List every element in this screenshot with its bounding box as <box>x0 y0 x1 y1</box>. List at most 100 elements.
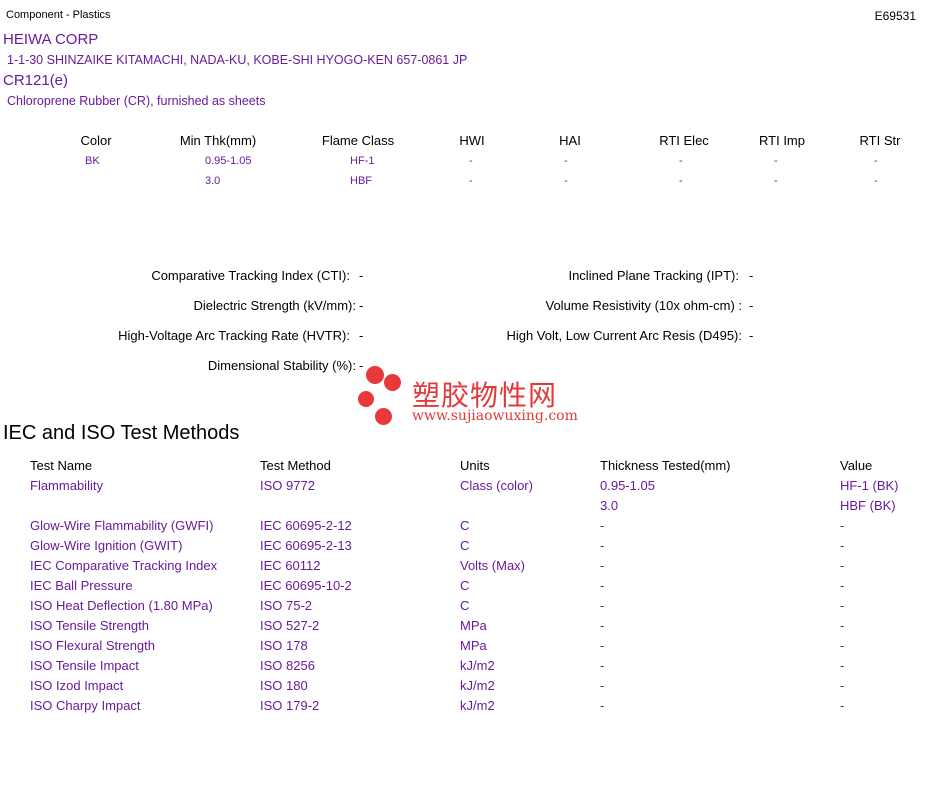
dielectric-label: Dielectric Strength (kV/mm): <box>193 298 356 313</box>
watermark-url: www.sujiaowuxing.com <box>412 408 578 424</box>
tm-cell-thickness: - <box>600 558 605 573</box>
tm-cell-thickness: - <box>600 638 605 653</box>
tm-header-units: Units <box>460 458 490 473</box>
tm-cell-value: - <box>840 698 845 713</box>
tm-header-test-name: Test Name <box>30 458 93 473</box>
tm-cell-value: - <box>840 558 845 573</box>
tm-cell-units: kJ/m2 <box>460 658 495 673</box>
tm-cell-value: - <box>840 598 845 613</box>
ratings-cell-hwi: - <box>469 175 473 187</box>
tm-cell-thickness: - <box>600 698 605 713</box>
tm-cell-thickness: - <box>600 538 605 553</box>
ratings-cell-color: BK <box>85 155 100 167</box>
dimensional-stability-label: Dimensional Stability (%): <box>207 358 356 373</box>
hvtr-label: High-Voltage Arc Tracking Rate (HVTR): <box>118 328 350 343</box>
tm-cell-test-method: IEC 60695-10-2 <box>260 578 352 593</box>
tm-cell-value: HF-1 (BK) <box>840 478 899 493</box>
tm-header-thickness: Thickness Tested(mm) <box>600 458 731 473</box>
dielectric-value: - <box>359 298 364 313</box>
tm-cell-units: Volts (Max) <box>460 558 526 573</box>
ratings-header-rti-elec: RTI Elec <box>659 133 709 148</box>
tm-cell-thickness: - <box>600 598 605 613</box>
ratings-cell-hai: - <box>564 155 568 167</box>
tm-cell-units: MPa <box>460 618 487 633</box>
ratings-cell-rti-str: - <box>874 175 878 187</box>
tm-cell-test-method: ISO 178 <box>260 638 308 653</box>
ratings-header-min-thk: Min Thk(mm) <box>179 133 257 148</box>
ipt-value: - <box>749 268 754 283</box>
tm-cell-thickness: - <box>600 678 605 693</box>
ratings-cell-min-thk: 0.95-1.05 <box>205 155 252 167</box>
ratings-cell-hai: - <box>564 175 568 187</box>
ratings-cell-rti-imp: - <box>774 155 778 167</box>
tm-cell-test-method: ISO 9772 <box>260 478 315 493</box>
company-address: 1-1-30 SHINZAIKE KITAMACHI, NADA-KU, KOB… <box>7 53 468 67</box>
d495-label: High Volt, Low Current Arc Resis (D495): <box>506 328 742 343</box>
tm-cell-thickness: 0.95-1.05 <box>600 478 655 493</box>
cti-value: - <box>359 268 364 283</box>
tm-cell-units: C <box>460 538 470 553</box>
tm-cell-units: kJ/m2 <box>460 678 495 693</box>
watermark-dot <box>366 366 384 384</box>
tm-cell-thickness: - <box>600 518 605 533</box>
cti-label: Comparative Tracking Index (CTI): <box>151 268 350 283</box>
document-category: Component - Plastics <box>6 9 111 21</box>
tm-cell-test-name: ISO Tensile Impact <box>30 658 139 673</box>
tm-cell-test-name: ISO Flexural Strength <box>30 638 155 653</box>
ratings-cell-rti-imp: - <box>774 175 778 187</box>
tm-cell-thickness: - <box>600 578 605 593</box>
tm-cell-test-method: ISO 75-2 <box>260 598 313 613</box>
tm-header-value: Value <box>840 458 873 473</box>
ratings-cell-rti-elec: - <box>679 175 683 187</box>
ratings-header-hai: HAI <box>559 133 581 148</box>
tm-cell-test-method: IEC 60695-2-12 <box>260 518 352 533</box>
tm-cell-test-method: IEC 60695-2-13 <box>260 538 352 553</box>
ratings-cell-flame-class: HF-1 <box>350 155 375 167</box>
tm-cell-value: - <box>840 678 845 693</box>
d495-value: - <box>749 328 754 343</box>
ratings-header-color: Color <box>80 133 112 148</box>
tm-cell-test-name: ISO Izod Impact <box>30 678 124 693</box>
tm-cell-thickness: - <box>600 658 605 673</box>
tm-header-test-method: Test Method <box>260 458 331 473</box>
tm-cell-test-name: Glow-Wire Flammability (GWFI) <box>30 518 214 533</box>
tm-cell-test-name: ISO Tensile Strength <box>30 618 149 633</box>
tm-cell-test-method: ISO 180 <box>260 678 308 693</box>
section-title: IEC and ISO Test Methods <box>3 422 240 444</box>
product-description: Chloroprene Rubber (CR), furnished as sh… <box>7 94 266 108</box>
watermark-dot <box>375 408 392 425</box>
tm-cell-test-method: ISO 179-2 <box>260 698 320 713</box>
ratings-cell-rti-str: - <box>874 155 878 167</box>
tm-cell-units: kJ/m2 <box>460 698 495 713</box>
tm-cell-test-name: ISO Charpy Impact <box>30 698 141 713</box>
ratings-header-rti-imp: RTI Imp <box>759 133 805 148</box>
watermark: 塑胶物性网 www.sujiaowuxing.com <box>356 366 596 428</box>
ratings-cell-flame-class: HBF <box>350 175 372 187</box>
ratings-cell-min-thk: 3.0 <box>205 175 221 187</box>
tm-cell-test-name: IEC Comparative Tracking Index <box>30 558 218 573</box>
ratings-header-hwi: HWI <box>459 133 485 148</box>
tm-cell-units: C <box>460 578 470 593</box>
ratings-header-rti-str: RTI Str <box>859 133 901 148</box>
tm-cell-test-method: ISO 527-2 <box>260 618 320 633</box>
tm-cell-units: Class (color) <box>460 478 533 493</box>
tm-cell-test-name: IEC Ball Pressure <box>30 578 133 593</box>
tm-cell-thickness: 3.0 <box>600 498 619 513</box>
tm-cell-thickness: - <box>600 618 605 633</box>
volume-resistivity-label: Volume Resistivity (10x ohm-cm) : <box>545 298 743 313</box>
tm-cell-units: MPa <box>460 638 487 653</box>
tm-cell-units: C <box>460 598 470 613</box>
ratings-cell-hwi: - <box>469 155 473 167</box>
tm-cell-test-name: Flammability <box>30 478 103 493</box>
product-name: CR121(e) <box>3 72 69 89</box>
ratings-header-flame-class: Flame Class <box>321 133 395 148</box>
company-name: HEIWA CORP <box>3 31 99 48</box>
tm-cell-test-method: ISO 8256 <box>260 658 315 673</box>
watermark-dot <box>358 391 374 407</box>
tm-cell-units: C <box>460 518 470 533</box>
tm-cell-test-name: ISO Heat Deflection (1.80 MPa) <box>30 598 213 613</box>
tm-cell-value: - <box>840 658 845 673</box>
tm-cell-value: - <box>840 538 845 553</box>
tm-cell-test-method: IEC 60112 <box>260 558 321 573</box>
tm-cell-value: - <box>840 578 845 593</box>
